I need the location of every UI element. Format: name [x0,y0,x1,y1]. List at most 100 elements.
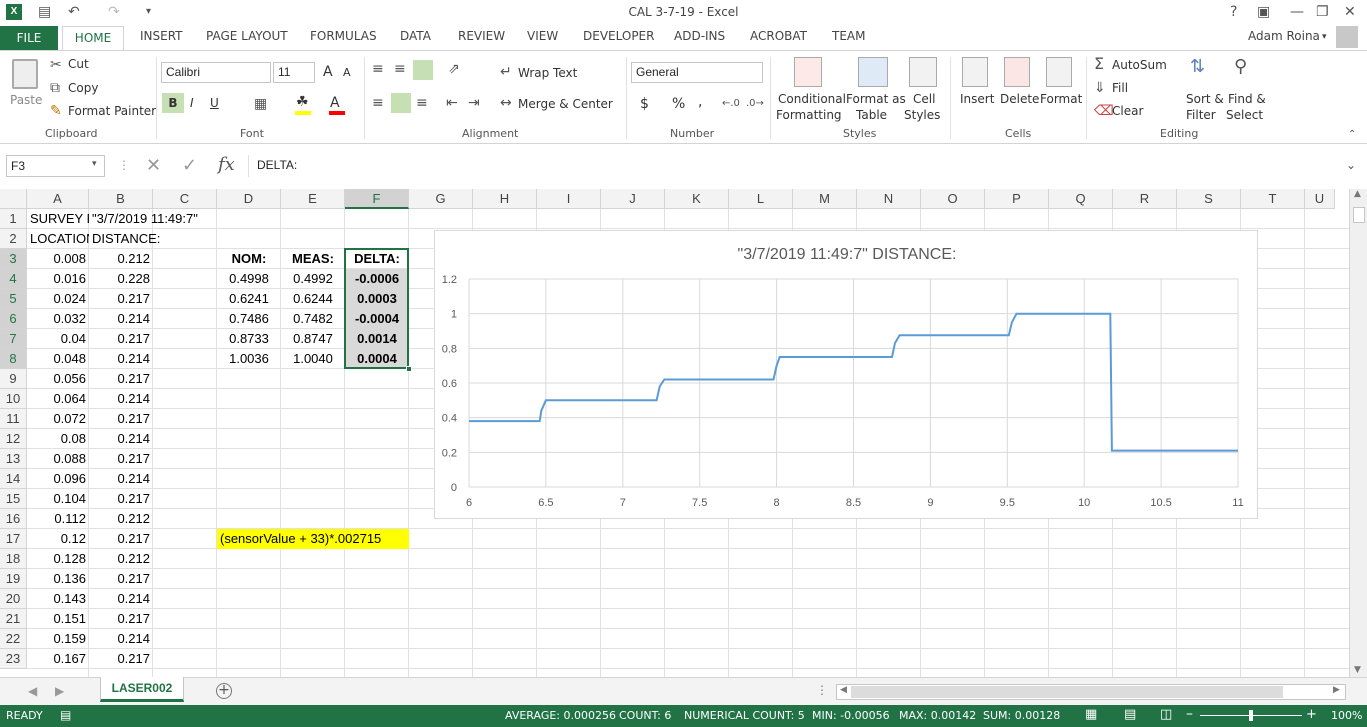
insert-cells-button[interactable]: Insert [960,92,994,106]
cell-distance-value[interactable]: 0.217 [89,449,153,469]
cell-distance-value[interactable]: 0.217 [89,489,153,509]
vertical-scrollbar[interactable]: ▲ ▼ [1349,189,1367,677]
ribbon-display-icon[interactable]: ▣ [1257,3,1270,21]
vertical-scroll-thumb[interactable] [1353,207,1365,223]
tab-view[interactable]: VIEW [527,29,558,43]
cancel-entry-icon[interactable]: ✕ [146,155,161,176]
scroll-down-icon[interactable]: ▼ [1354,665,1361,675]
italic-button[interactable]: I [190,96,194,110]
font-color-icon[interactable]: A [330,95,340,111]
cell-distance-value[interactable]: 0.214 [89,349,153,369]
percent-button[interactable]: % [672,96,685,112]
status-average[interactable]: AVERAGE: 0.000256 [505,709,616,722]
cell-location-value[interactable]: 0.04 [27,329,89,349]
column-header-b[interactable]: B [89,189,153,209]
cell-meas-value[interactable]: 0.7482 [281,309,345,329]
minimize-icon[interactable]: — [1290,3,1304,21]
delete-cells-button[interactable]: Delete [1000,92,1039,106]
currency-button[interactable]: $ [640,96,649,112]
row-header-3[interactable]: 3 [0,249,27,269]
cell-nom-value[interactable]: 0.8733 [217,329,281,349]
cell-location-value[interactable]: 0.016 [27,269,89,289]
cell-b1[interactable]: "3/7/2019 11:49:7" [89,209,198,229]
column-header-r[interactable]: R [1113,189,1177,209]
row-header-10[interactable]: 10 [0,389,27,409]
number-format-dropdown[interactable]: General [631,62,763,83]
bold-button[interactable]: B [162,93,184,113]
row-header-18[interactable]: 18 [0,549,27,569]
status-numerical-count[interactable]: NUMERICAL COUNT: 5 [684,709,805,722]
next-sheet-icon[interactable]: ▶ [55,684,64,698]
zoom-out-icon[interactable]: – [1186,706,1193,722]
column-header-g[interactable]: G [409,189,473,209]
cell-nom-value[interactable]: 0.6241 [217,289,281,309]
autosum-button[interactable]: AutoSum [1112,58,1167,72]
paste-button[interactable]: Paste [10,93,42,107]
tab-split-handle-icon[interactable]: ⋮ [816,683,828,697]
cell-distance-value[interactable]: 0.214 [89,309,153,329]
row-header-1[interactable]: 1 [0,209,27,229]
format-as-table-label-1[interactable]: Format as [846,92,906,106]
tab-team[interactable]: TEAM [832,29,865,43]
cell-location-value[interactable]: 0.032 [27,309,89,329]
cell-distance-value[interactable]: 0.214 [89,629,153,649]
align-left-icon[interactable]: ≡ [372,95,384,111]
column-header-j[interactable]: J [601,189,665,209]
fill-handle[interactable] [406,366,412,372]
zoom-slider-thumb[interactable] [1249,710,1253,721]
cell-location-value[interactable]: 0.112 [27,509,89,529]
orientation-icon[interactable]: ⇗ [448,61,460,77]
restore-icon[interactable]: ❐ [1316,3,1329,21]
align-right-icon[interactable]: ≡ [416,95,428,111]
cell-location-value[interactable]: 0.08 [27,429,89,449]
cell-location-value[interactable]: 0.064 [27,389,89,409]
cell-location-value[interactable]: 0.056 [27,369,89,389]
column-header-e[interactable]: E [281,189,345,209]
cell-meas-header[interactable]: MEAS: [281,249,345,269]
tab-developer[interactable]: DEVELOPER [583,29,654,43]
status-sum[interactable]: SUM: 0.00128 [983,709,1060,722]
column-header-o[interactable]: O [921,189,985,209]
cell-styles-label-1[interactable]: Cell [913,92,935,106]
row-header-6[interactable]: 6 [0,309,27,329]
copy-button[interactable]: Copy [68,81,98,95]
find-select-label-1[interactable]: Find & [1228,92,1266,106]
align-top-icon[interactable]: ≡ [372,61,384,77]
cell-distance-value[interactable]: 0.212 [89,249,153,269]
cell-styles-label-2[interactable]: Styles [904,108,940,122]
align-center-button[interactable] [391,93,411,113]
row-header-13[interactable]: 13 [0,449,27,469]
cell-nom-value[interactable]: 0.7486 [217,309,281,329]
paste-icon[interactable] [12,59,38,89]
collapse-ribbon-icon[interactable]: ⌃ [1348,127,1356,143]
expand-formula-bar-icon[interactable]: ⌄ [1346,158,1356,172]
sheet-tab-laser002[interactable]: LASER002 [100,677,184,702]
sort-filter-label-1[interactable]: Sort & [1186,92,1224,106]
cell-location-value[interactable]: 0.136 [27,569,89,589]
tab-acrobat[interactable]: ACROBAT [750,29,807,43]
cell-location-value[interactable]: 0.008 [27,249,89,269]
cell-location-value[interactable]: 0.143 [27,589,89,609]
cell-distance-value[interactable]: 0.212 [89,549,153,569]
confirm-entry-icon[interactable]: ✓ [182,155,197,176]
column-header-u[interactable]: U [1305,189,1335,209]
macro-record-icon[interactable]: ▤ [60,708,71,722]
cell-nom-value[interactable]: 1.0036 [217,349,281,369]
cell-distance-value[interactable]: 0.217 [89,409,153,429]
conditional-formatting-label-2[interactable]: Formatting [776,108,842,122]
row-header-12[interactable]: 12 [0,429,27,449]
row-header-19[interactable]: 19 [0,569,27,589]
format-as-table-label-2[interactable]: Table [856,108,887,122]
cell-distance-value[interactable]: 0.217 [89,329,153,349]
tab-insert[interactable]: INSERT [140,29,183,43]
tab-home[interactable]: HOME [62,26,124,51]
cell-meas-value[interactable]: 0.4992 [281,269,345,289]
name-box-chevron-icon[interactable]: ▾ [92,159,97,169]
font-name-dropdown[interactable]: Calibri [161,62,271,83]
cell-location-value[interactable]: 0.048 [27,349,89,369]
column-header-k[interactable]: K [665,189,729,209]
cell-nom-header[interactable]: NOM: [217,249,281,269]
name-box[interactable]: F3 [6,155,105,177]
format-cells-button[interactable]: Format [1040,92,1082,106]
cell-a2[interactable]: LOCATION [27,229,89,249]
